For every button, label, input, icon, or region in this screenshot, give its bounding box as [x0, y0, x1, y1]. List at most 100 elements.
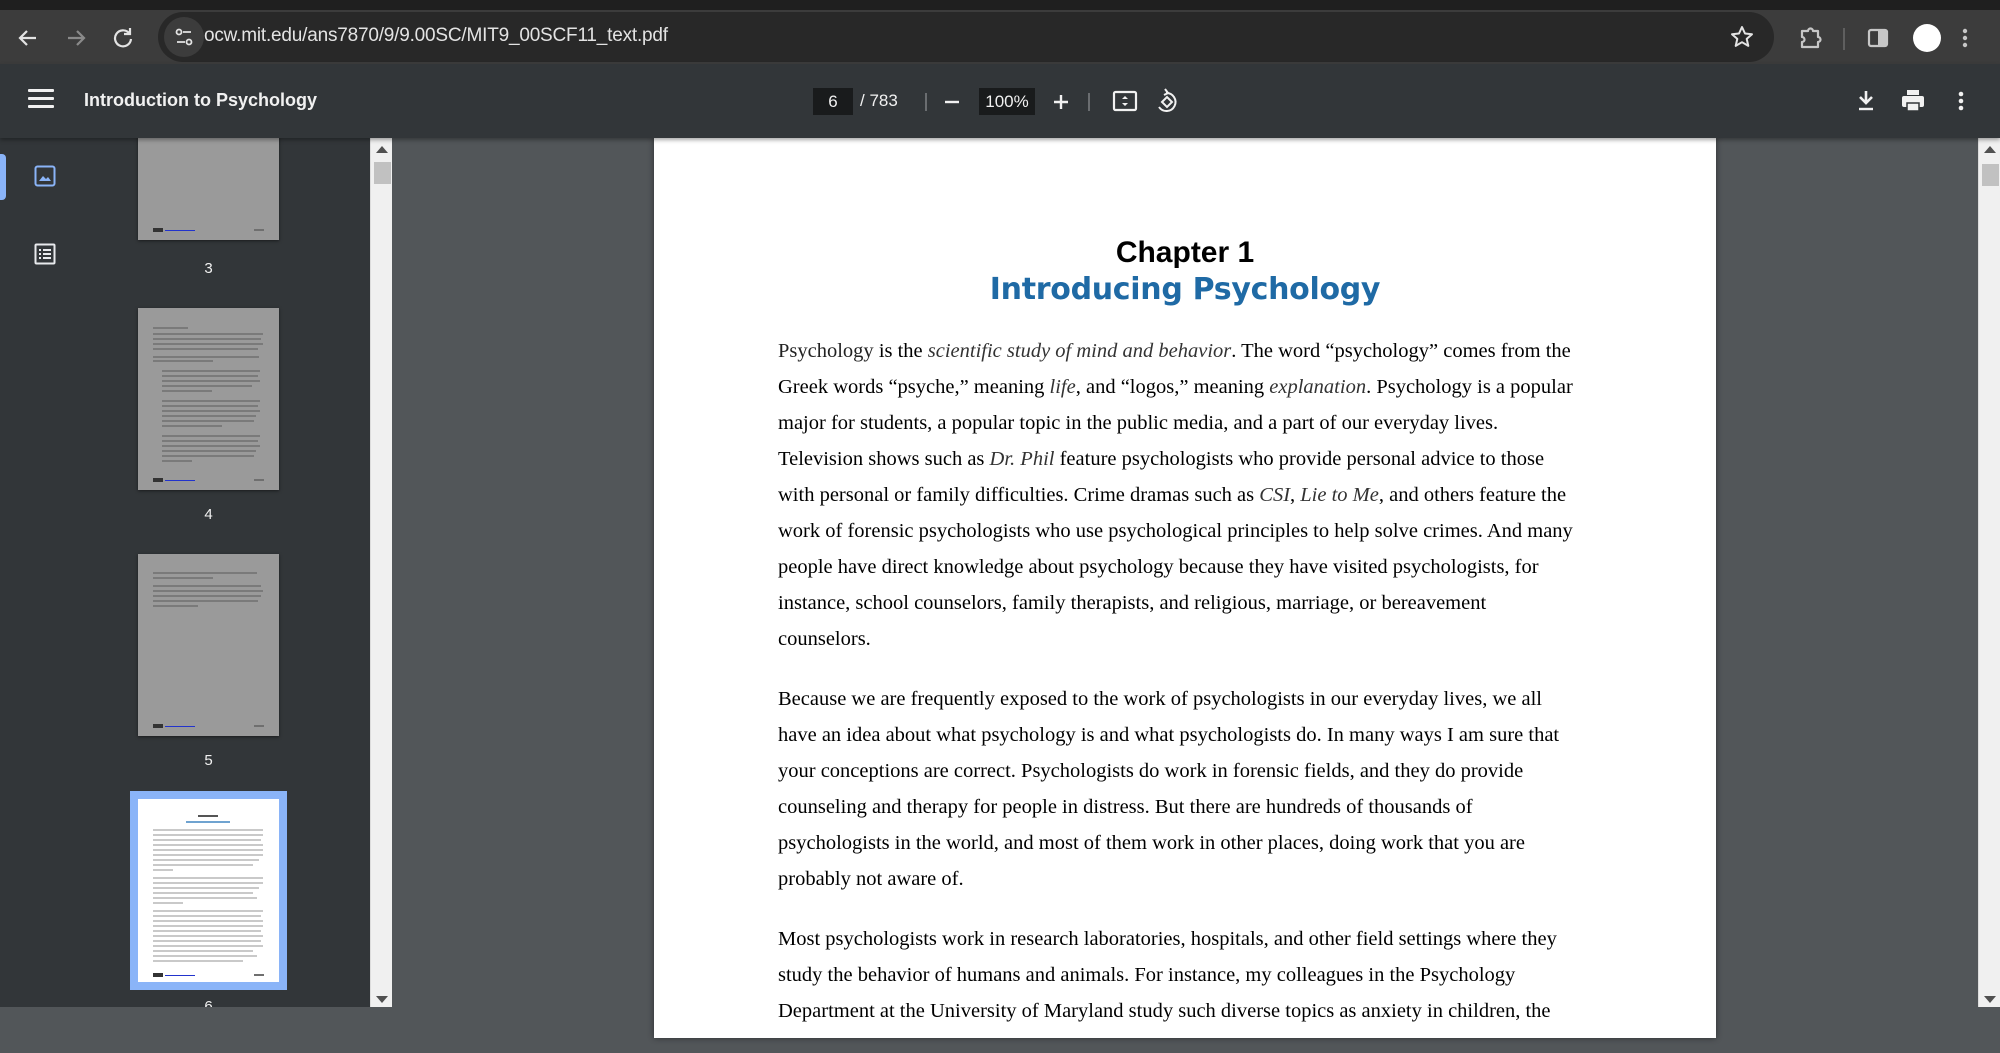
zoom-level-input[interactable]: 100%	[979, 88, 1035, 115]
text-run: counselors.	[778, 628, 871, 650]
pdf-toolbar: Introduction to Psychology 6 / 783 100%	[0, 64, 2000, 138]
reload-button[interactable]	[107, 22, 139, 54]
scroll-up-arrow-icon[interactable]	[376, 146, 388, 153]
tab-document-outline[interactable]	[0, 232, 90, 278]
text-run: major for students, a popular topic in t…	[778, 412, 1499, 434]
sidebar-tabs	[0, 138, 90, 1007]
pdf-viewer[interactable]: Chapter 1 Introducing Psychology Psychol…	[370, 138, 2000, 1038]
chapter-title: Introducing Psychology	[989, 272, 1381, 307]
fit-page-icon	[1112, 90, 1138, 112]
bookmark-star-icon	[1731, 26, 1753, 47]
back-icon	[18, 30, 36, 46]
profile-avatar[interactable]	[1913, 24, 1941, 52]
text-run: , and “logos,” meaning	[1075, 376, 1270, 398]
text-line: psychologists in the world, and most of …	[778, 825, 1608, 861]
text-run: is the	[873, 340, 928, 362]
scroll-up-arrow-icon[interactable]	[1984, 146, 1996, 153]
text-run: your conceptions are correct. Psychologi…	[778, 760, 1524, 782]
side-panel-icon	[1867, 28, 1889, 48]
page-total: / 783	[860, 91, 898, 110]
thumbnail-label: 4	[204, 506, 213, 523]
forward-button[interactable]	[60, 22, 92, 54]
print-button[interactable]	[1898, 86, 1928, 116]
thumbnails-icon	[34, 165, 56, 187]
toolbar-divider	[1088, 93, 1090, 111]
more-options-icon	[1958, 91, 1964, 111]
text-run: ,	[1290, 484, 1301, 506]
sidebar: 3 4 5 6	[0, 138, 370, 1007]
site-info-icon	[175, 28, 193, 46]
text-run: Psychology	[778, 340, 874, 362]
document-scrollbar[interactable]	[1978, 138, 2000, 1007]
text-run: counseling and therapy for people in dis…	[778, 796, 1473, 818]
paragraph: Most psychologists work in research labo…	[778, 921, 1608, 1029]
page-number-input[interactable]: 6	[813, 88, 853, 115]
text-line: major for students, a popular topic in t…	[778, 405, 1608, 441]
toolbar-divider	[1843, 28, 1845, 50]
zoom-in-button[interactable]	[1046, 86, 1076, 116]
text-run: people have direct knowledge about psych…	[778, 556, 1539, 578]
text-line: people have direct knowledge about psych…	[778, 549, 1608, 585]
text-line: Most psychologists work in research labo…	[778, 921, 1608, 957]
emphasized-text: scientific study of mind and behavior	[927, 340, 1232, 362]
chrome-menu-button[interactable]	[1955, 22, 1975, 54]
back-button[interactable]	[12, 22, 44, 54]
zoom-out-button[interactable]	[937, 86, 967, 116]
text-line: probably not aware of.	[778, 861, 1608, 897]
text-run: instance, school counselors, family ther…	[778, 592, 1487, 614]
thumbnail-list: 3 4 5 6	[90, 138, 370, 1007]
more-options-button[interactable]	[1946, 86, 1976, 116]
text-line: have an idea about what psychology is an…	[778, 717, 1608, 753]
paragraph: Psychology is the scientific study of mi…	[778, 333, 1608, 657]
rotate-icon	[1158, 88, 1177, 112]
thumbnail-label: 5	[204, 752, 213, 769]
emphasized-text: Dr. Phil	[989, 448, 1055, 470]
text-run: feature psychologists who provide person…	[1054, 448, 1545, 470]
site-info-button[interactable]	[164, 17, 204, 57]
text-run: . Psychology is a popular	[1366, 376, 1573, 398]
text-run: with personal or family difficulties. Cr…	[778, 484, 1260, 506]
text-line: work of forensic psychologists who use p…	[778, 513, 1608, 549]
bookmark-button[interactable]	[1726, 21, 1758, 53]
emphasized-text: CSI	[1259, 484, 1291, 506]
text-run: Television shows such as	[778, 448, 990, 470]
scrollbar-thumb[interactable]	[1982, 164, 1999, 186]
thumbnail-page-4[interactable]	[138, 308, 279, 490]
text-line: Television shows such as Dr. Phil featur…	[778, 441, 1608, 477]
emphasized-text: Lie to Me	[1300, 484, 1379, 506]
thumbnail-page-6[interactable]	[130, 791, 287, 990]
menu-button[interactable]	[28, 89, 54, 113]
thumbnail-page-5[interactable]	[138, 554, 279, 736]
text-line: counseling and therapy for people in dis…	[778, 789, 1608, 825]
text-run: study the behavior of humans and animals…	[778, 964, 1516, 986]
text-line: counselors.	[778, 621, 1608, 657]
sidebar-scrollbar[interactable]	[370, 138, 392, 1007]
browser-toolbar: ocw.mit.edu/ans7870/9/9.00SC/MIT9_00SCF1…	[0, 0, 2000, 64]
scroll-down-arrow-icon[interactable]	[1984, 996, 1996, 1003]
paragraph: Because we are frequently exposed to the…	[778, 681, 1608, 897]
url-text[interactable]: ocw.mit.edu/ans7870/9/9.00SC/MIT9_00SCF1…	[204, 25, 668, 47]
text-run: Most psychologists work in research labo…	[778, 928, 1557, 950]
text-run: . The word “psychology” comes from the	[1231, 340, 1571, 362]
emphasized-text: life	[1049, 376, 1076, 398]
document-title: Introduction to Psychology	[84, 90, 317, 110]
download-button[interactable]	[1851, 86, 1881, 116]
emphasized-text: explanation	[1269, 376, 1367, 398]
extensions-button[interactable]	[1794, 22, 1826, 54]
text-run: have an idea about what psychology is an…	[778, 724, 1560, 746]
scrollbar-thumb[interactable]	[374, 162, 391, 184]
tab-thumbnails[interactable]	[0, 154, 90, 200]
thumbnail-page-3[interactable]	[138, 138, 279, 240]
zoom-out-icon	[945, 100, 959, 104]
address-bar[interactable]: ocw.mit.edu/ans7870/9/9.00SC/MIT9_00SCF1…	[158, 12, 1774, 62]
chapter-number: Chapter 1	[1115, 236, 1255, 269]
scroll-down-arrow-icon[interactable]	[376, 996, 388, 1003]
text-line: Department at the University of Maryland…	[778, 993, 1608, 1029]
text-line: Psychology is the scientific study of mi…	[778, 333, 1608, 369]
download-icon	[1859, 91, 1873, 111]
text-run: Department at the University of Maryland…	[778, 1000, 1551, 1022]
fit-page-button[interactable]	[1110, 86, 1140, 116]
forward-icon	[68, 30, 86, 46]
side-panel-button[interactable]	[1862, 22, 1894, 54]
rotate-button[interactable]	[1151, 86, 1181, 116]
